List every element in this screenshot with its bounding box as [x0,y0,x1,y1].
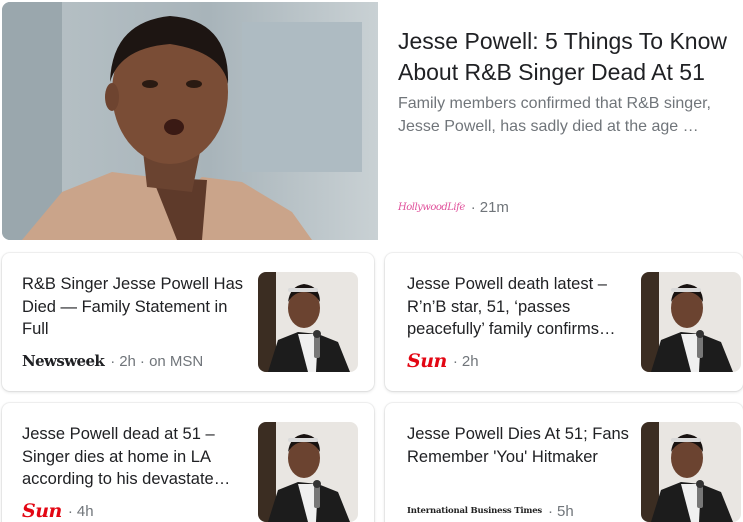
timestamp: 2h [119,352,136,370]
card-headline[interactable]: Jesse Powell Dies At 51; Fans Remember '… [407,423,629,468]
separator: · [452,352,458,370]
separator: · [470,198,476,216]
timestamp: 21m [479,198,509,216]
timestamp: 5h [557,502,574,520]
news-card[interactable]: R&B Singer Jesse Powell Has Died — Famil… [2,253,374,391]
card-thumbnail [641,422,741,522]
separator: · [67,502,73,520]
hero-headline[interactable]: Jesse Powell: 5 Things To Know About R&B… [398,26,734,88]
hero-snippet: Family members confirmed that R&B singer… [398,95,711,135]
ibtimes-logo: International Business Times [407,506,542,516]
separator: · [548,502,553,520]
separator: · [110,352,116,370]
card-thumbnail [641,272,741,372]
the-sun-logo: Sun [407,350,447,372]
card-headline[interactable]: Jesse Powell dead at 51 – Singer dies at… [22,423,244,491]
hero-image [2,2,378,240]
news-card[interactable]: Jesse Powell death latest – R’n’B star, … [385,253,743,391]
card-meta: International Business Times · 5h [407,501,574,521]
card-meta: Sun · 4h [22,500,94,522]
hero-meta: HollywoodLife · 21m [398,197,509,217]
hero-news-card[interactable]: Jesse Powell: 5 Things To Know About R&B… [2,2,742,240]
card-thumbnail [258,272,358,372]
news-card[interactable]: Jesse Powell dead at 51 – Singer dies at… [2,403,374,522]
hollywoodlife-logo: HollywoodLife [398,201,465,213]
card-meta: Newsweek · 2h · on MSN [22,351,203,371]
card-headline[interactable]: Jesse Powell death latest – R’n’B star, … [407,273,629,341]
card-meta: Sun · 2h [407,350,479,372]
card-thumbnail [258,422,358,522]
card-headline[interactable]: R&B Singer Jesse Powell Has Died — Famil… [22,273,244,341]
timestamp: 2h [461,352,479,370]
msn-attribution: · on MSN [139,352,204,370]
the-sun-logo: Sun [22,500,62,522]
newsweek-logo: Newsweek [22,352,105,370]
timestamp: 4h [76,502,94,520]
news-card[interactable]: Jesse Powell Dies At 51; Fans Remember '… [385,403,743,522]
